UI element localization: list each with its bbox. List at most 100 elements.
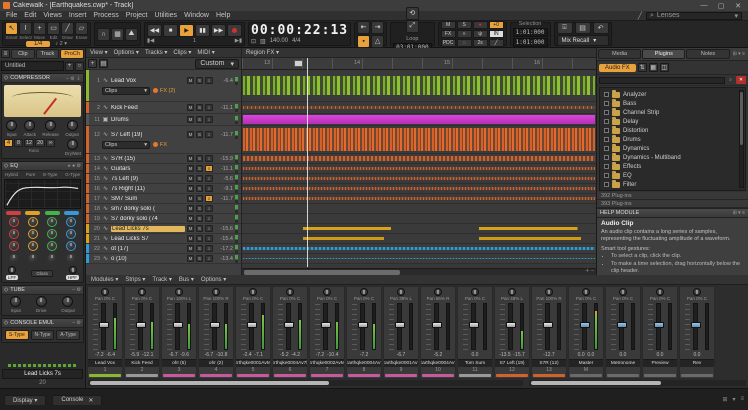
sort-icon[interactable]: ⇅: [638, 63, 647, 72]
snap-extra[interactable]: ♪ 2 ▾: [55, 41, 67, 47]
ratio-button[interactable]: 4: [4, 139, 13, 147]
channel-name[interactable]: Metronome: [606, 359, 640, 367]
menu-item[interactable]: Edit: [24, 12, 36, 19]
track-name[interactable]: Drums: [111, 117, 185, 123]
horizontal-scrollbar[interactable]: ＋ −: [242, 268, 596, 275]
channel-strip[interactable]: Pan 48% L -13.5 -15.7 S7 Left (19) 12: [494, 286, 530, 379]
pan-knob[interactable]: [212, 288, 220, 296]
track-row[interactable]: 12 ∿ S7 Left (19) M S ≡ -11.7 Clips▾ FX: [86, 126, 241, 154]
mute-button[interactable]: M: [187, 235, 194, 242]
fader-handle[interactable]: [321, 322, 331, 328]
clip-lane[interactable]: [242, 254, 596, 264]
playhead[interactable]: [307, 58, 308, 267]
mix-module-button[interactable]: ╱: [489, 39, 504, 47]
track-row[interactable]: 2 ∿ Kick Feed M S ≡ -11.1 ▾: [86, 102, 241, 114]
pan-knob[interactable]: [619, 288, 627, 296]
hpf-knob[interactable]: [69, 266, 77, 274]
input-echo-button[interactable]: ≡: [205, 77, 213, 84]
clip-lane[interactable]: [242, 234, 596, 244]
fader-track[interactable]: [138, 303, 143, 350]
pan-knob[interactable]: [545, 288, 553, 296]
input-echo-button[interactable]: ≡: [205, 131, 213, 138]
module-options-icons[interactable]: – ⚙: [72, 287, 81, 293]
browser-tab[interactable]: Plugins: [642, 49, 685, 59]
eq-knob[interactable]: [66, 217, 76, 227]
fader-track[interactable]: [175, 303, 180, 350]
folder-checkbox[interactable]: [604, 164, 609, 169]
module-options-icons[interactable]: ▸ ● ⚙: [68, 163, 81, 169]
rack-icon[interactable]: ◫: [660, 63, 669, 72]
clip-lane[interactable]: [242, 114, 596, 126]
fader-track[interactable]: [397, 303, 402, 350]
undo-icon[interactable]: ↶: [593, 22, 609, 34]
channel-strip[interactable]: Pan 100% L -6.7 -9.6 oh! (5) 3: [161, 286, 197, 379]
fader-track[interactable]: [212, 303, 217, 350]
solo-button[interactable]: S: [196, 245, 203, 252]
channel-strip[interactable]: Pan 0% C -5.2 -4.2 Erthqke0004Av7b 6: [272, 286, 308, 379]
track-name[interactable]: Guitars: [111, 166, 185, 172]
snap-resolution-button[interactable]: 1/4: [26, 41, 50, 47]
input-echo-button[interactable]: ≡: [205, 245, 213, 252]
solo-button[interactable]: S: [196, 116, 203, 123]
folder-checkbox[interactable]: [604, 119, 609, 124]
console-scrollbar-left[interactable]: [88, 380, 523, 386]
pan-knob[interactable]: [397, 288, 405, 296]
tool-button[interactable]: ╱: [61, 22, 74, 35]
fader-handle[interactable]: [617, 322, 627, 328]
fader-track[interactable]: [323, 303, 328, 350]
track-row[interactable]: 1 ∿ Lead Vox M S ≡ -6.4 Clips▾ FX (2): [86, 70, 241, 102]
loop-icon[interactable]: ⟲: [406, 7, 419, 20]
menu-item[interactable]: Insert: [69, 12, 87, 19]
eq-knob[interactable]: [66, 229, 76, 239]
track-row[interactable]: 14 ∿ Guitars M S ≡ -11.1 ▾: [86, 164, 241, 174]
folder-checkbox[interactable]: [604, 155, 609, 160]
track-row[interactable]: 13 ∿ S7R (15) M S ≡ -15.9 ▾: [86, 154, 241, 164]
clip-lane[interactable]: [242, 164, 596, 174]
lenses-selector[interactable]: ⌕ Lenses ▾: [646, 12, 742, 20]
mute-button[interactable]: M: [187, 225, 194, 232]
pan-knob[interactable]: [693, 288, 701, 296]
tube-knob[interactable]: [62, 296, 73, 307]
browser-tab[interactable]: Notes: [686, 49, 729, 59]
loop-set-icon[interactable]: ⤢: [406, 20, 419, 33]
fader-track[interactable]: [360, 303, 365, 350]
channel-name[interactable]: Rev: [680, 359, 714, 367]
input-echo-button[interactable]: ≡: [205, 205, 213, 212]
channel-strip[interactable]: Pan 0% C -7.2 -10.4 Erthqke0002AvMi 7: [309, 286, 345, 379]
track-row[interactable]: 22 ∿ ot (17) M S ≡ -17.2 ▾: [86, 244, 241, 254]
mute-button[interactable]: M: [187, 131, 194, 138]
prochannel-power-button[interactable]: ○: [75, 62, 84, 71]
selection-end[interactable]: 1:01:000: [513, 38, 548, 47]
channel-strip[interactable]: Pan 0% C -5.9 -12.1 Kick Feed 2: [124, 286, 160, 379]
track-name[interactable]: Lead Vox: [111, 78, 185, 84]
track-name[interactable]: S7 Left (19): [111, 132, 185, 138]
solo-button[interactable]: S: [196, 205, 203, 212]
channel-name[interactable]: Kick Feed: [125, 359, 159, 367]
solo-button[interactable]: S: [196, 155, 203, 162]
preset-add-button[interactable]: +: [65, 62, 74, 71]
pan-knob[interactable]: [138, 288, 146, 296]
close-icon[interactable]: ✕: [88, 397, 93, 404]
fader-handle[interactable]: [358, 322, 368, 328]
scrub-left-icon[interactable]: ▮◀: [147, 38, 154, 44]
track-row[interactable]: 19 ∿ S7 dorky solo (74 M S ≡ ▾: [86, 214, 241, 224]
plugin-folder-item[interactable]: Drums: [600, 135, 745, 144]
fader-handle[interactable]: [691, 322, 701, 328]
clip-lane[interactable]: [242, 102, 596, 114]
track-view-menu-item[interactable]: View ▾: [90, 49, 108, 56]
menu-item[interactable]: Help: [216, 12, 230, 19]
eq-band-lo[interactable]: [6, 211, 21, 215]
track-name[interactable]: S7 dorky solo (74: [111, 216, 185, 222]
eq-knob[interactable]: [47, 253, 57, 263]
drywet-knob[interactable]: [67, 139, 78, 150]
fastforward-button[interactable]: ▶▶: [211, 24, 226, 37]
channel-name[interactable]: S7R (12): [532, 359, 566, 367]
clip-lane[interactable]: [242, 174, 596, 184]
eq-knob[interactable]: [66, 241, 76, 251]
layout-icon[interactable]: ▦: [649, 63, 658, 72]
track-name[interactable]: S7R (15): [111, 156, 185, 162]
timeline-marker[interactable]: [294, 60, 303, 67]
tool-button[interactable]: ▭: [47, 22, 60, 35]
timeline-ruler[interactable]: 13141516: [242, 58, 596, 70]
track-name[interactable]: sm7 dorky solo (: [111, 206, 185, 212]
